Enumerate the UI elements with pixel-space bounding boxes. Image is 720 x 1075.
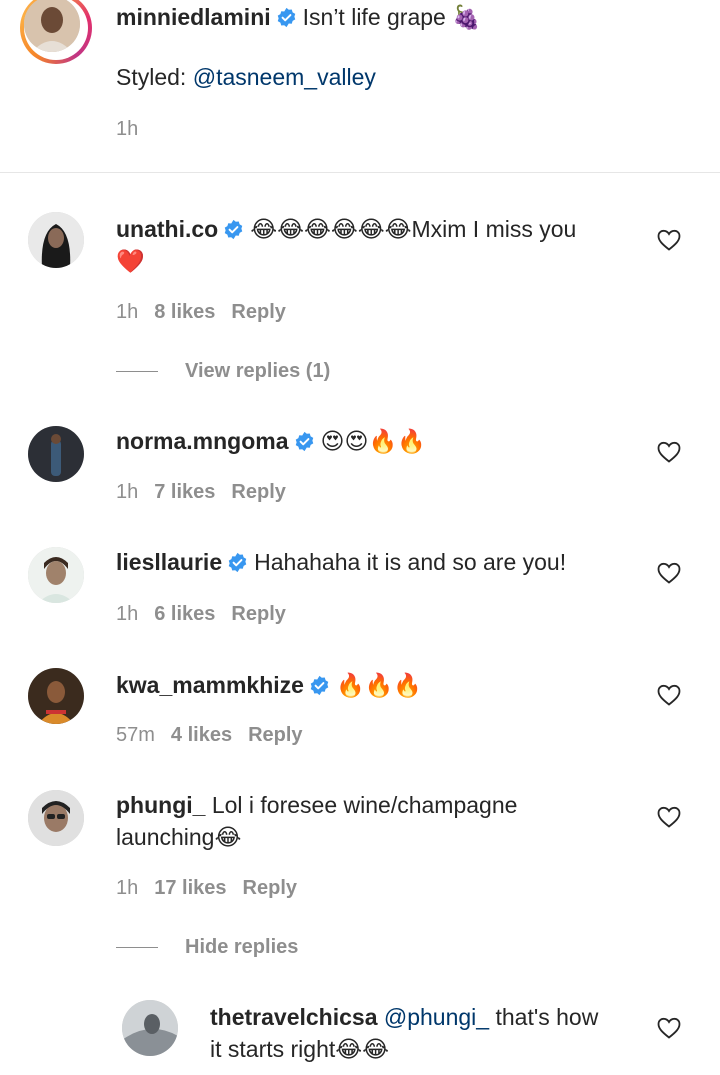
- laughing-emoji: 😂: [214, 825, 242, 851]
- comment-likes[interactable]: 7 likes: [154, 481, 215, 503]
- caption-text: Isn’t life grape: [302, 4, 446, 30]
- comment-username[interactable]: liesllaurie: [116, 549, 222, 575]
- reply-button[interactable]: Reply: [231, 301, 285, 323]
- reply-button[interactable]: Reply: [248, 724, 302, 746]
- verified-badge-icon: [224, 219, 243, 240]
- reply-text: that's how: [495, 1004, 599, 1030]
- reply-button[interactable]: Reply: [231, 481, 285, 503]
- like-heart-icon[interactable]: [657, 229, 681, 251]
- verified-badge-icon: [310, 675, 329, 696]
- comment-username[interactable]: kwa_mammkhize: [116, 672, 304, 698]
- verified-badge-icon: [228, 552, 247, 573]
- caption-username[interactable]: minniedlamini: [116, 4, 271, 30]
- hide-replies-button[interactable]: Hide replies: [185, 936, 298, 959]
- heart-eyes-fire-emoji: 😍😍🔥🔥: [320, 429, 426, 455]
- reply-username[interactable]: thetravelchicsa: [210, 1004, 377, 1030]
- red-heart-emoji: ❤️: [116, 249, 145, 275]
- reply-button[interactable]: Reply: [231, 603, 285, 625]
- avatar[interactable]: [28, 426, 84, 482]
- like-heart-icon[interactable]: [657, 1017, 681, 1039]
- reply-button[interactable]: Reply: [243, 877, 297, 899]
- comment-time: 57m: [116, 724, 155, 746]
- styled-label: Styled:: [116, 64, 187, 90]
- replies-divider: [116, 947, 158, 948]
- comment-text: Hahahaha it is and so are you!: [254, 549, 567, 575]
- comment-time: 1h: [116, 301, 139, 323]
- avatar[interactable]: [28, 790, 84, 846]
- comment-username[interactable]: unathi.co: [116, 216, 218, 242]
- comment-username[interactable]: phungi_: [116, 792, 205, 818]
- avatar[interactable]: [28, 547, 84, 603]
- comment-likes[interactable]: 17 likes: [154, 877, 226, 899]
- styled-mention-link[interactable]: @tasneem_valley: [193, 64, 376, 90]
- avatar[interactable]: [28, 212, 84, 268]
- view-replies-button[interactable]: View replies (1): [185, 360, 330, 383]
- caption-time: 1h: [116, 118, 139, 140]
- reply-text-line2: it starts right: [210, 1036, 336, 1062]
- reply-mention-link[interactable]: @phungi_: [384, 1004, 489, 1030]
- replies-divider: [116, 371, 158, 372]
- like-heart-icon[interactable]: [657, 806, 681, 828]
- verified-badge-icon: [277, 7, 295, 28]
- laughing-emoji: 😂😂: [335, 1037, 390, 1063]
- like-heart-icon[interactable]: [657, 562, 681, 584]
- story-ring[interactable]: [20, 0, 92, 64]
- comment-likes[interactable]: 6 likes: [154, 603, 215, 625]
- like-heart-icon[interactable]: [657, 441, 681, 463]
- comment-text: Mxim I miss you: [411, 216, 577, 242]
- comment-text-line2: launching: [116, 824, 215, 850]
- comment-time: 1h: [116, 877, 139, 899]
- verified-badge-icon: [295, 431, 313, 452]
- grape-emoji: 🍇: [452, 5, 481, 31]
- comment-time: 1h: [116, 481, 139, 503]
- comment-likes[interactable]: 4 likes: [171, 724, 232, 746]
- comment-text: Lol i foresee wine/champagne: [211, 792, 518, 818]
- fire-emoji: 🔥🔥🔥: [335, 673, 422, 699]
- laughing-emoji: 😂😂😂😂😂😂: [250, 217, 412, 243]
- comment-likes[interactable]: 8 likes: [154, 301, 215, 323]
- avatar[interactable]: [122, 1000, 178, 1056]
- comment-time: 1h: [116, 603, 139, 625]
- comment-username[interactable]: norma.mngoma: [116, 428, 289, 454]
- like-heart-icon[interactable]: [657, 684, 681, 706]
- avatar[interactable]: [28, 668, 84, 724]
- post-caption: minniedlamini Isn’t life grape 🍇 Styled: …: [0, 0, 720, 173]
